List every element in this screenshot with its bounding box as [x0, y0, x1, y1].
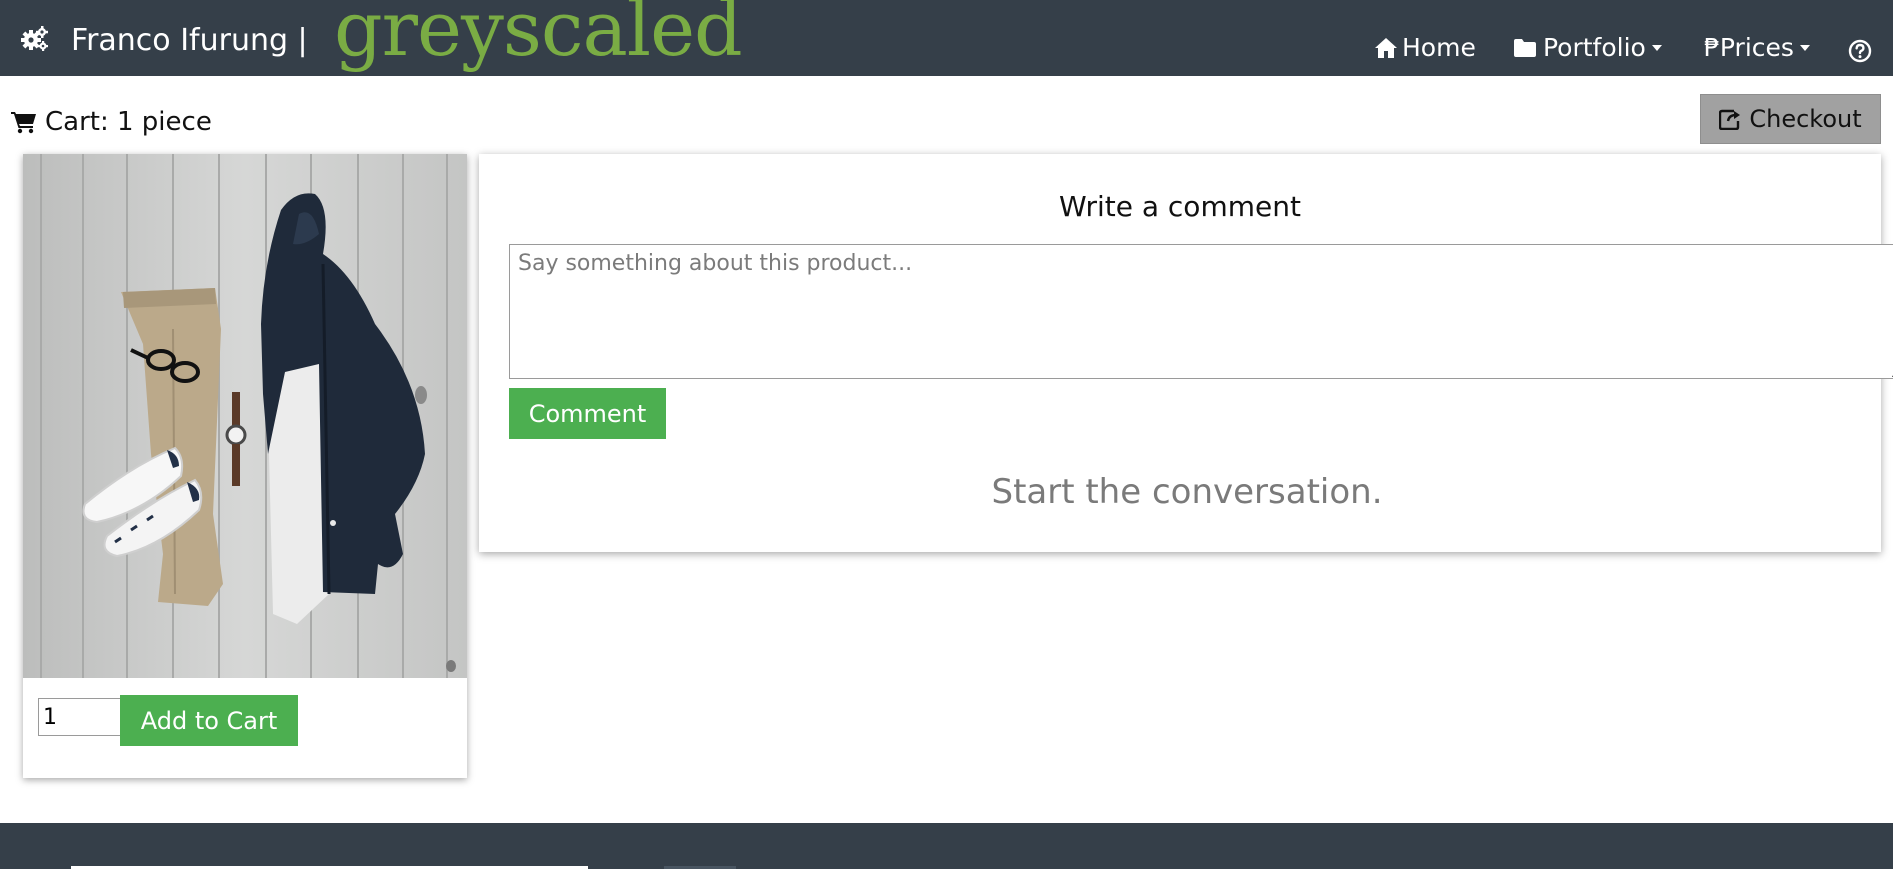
cart-status: Cart: 1 piece — [11, 104, 212, 140]
comment-title: Write a comment — [1059, 190, 1301, 223]
nav-prices[interactable]: ₱Prices — [1704, 30, 1810, 66]
brand-logo[interactable]: greyscaled — [334, 0, 743, 74]
product-image[interactable] — [23, 154, 467, 678]
comment-button[interactable]: Comment — [509, 388, 666, 439]
add-to-cart-button[interactable]: Add to Cart — [120, 695, 298, 746]
cart-icon — [11, 112, 36, 134]
chevron-down-icon — [1799, 45, 1810, 51]
product-card: Add to Cart — [23, 154, 467, 778]
footer — [0, 823, 1893, 869]
nav-home-label: Home — [1402, 33, 1476, 62]
comment-textarea[interactable] — [509, 244, 1893, 379]
cart-status-label: Cart: 1 piece — [45, 107, 212, 137]
home-icon — [1375, 38, 1397, 58]
gears-icon[interactable] — [20, 24, 50, 54]
chevron-down-icon — [1651, 45, 1662, 51]
comment-panel: Write a comment Comment Start the conver… — [479, 154, 1893, 552]
help-icon — [1848, 39, 1872, 63]
share-icon — [1719, 109, 1741, 130]
brand-name[interactable]: Franco Ifurung | — [71, 22, 308, 60]
top-navbar: Franco Ifurung | greyscaled Home Portfol… — [0, 0, 1893, 76]
nav-home[interactable]: Home — [1374, 30, 1476, 66]
empty-comments-message: Start the conversation. — [991, 472, 1383, 512]
nav-portfolio-label: Portfolio — [1543, 33, 1646, 62]
nav-help[interactable] — [1848, 33, 1872, 69]
nav-prices-label: ₱Prices — [1704, 33, 1794, 62]
nav-portfolio[interactable]: Portfolio — [1513, 30, 1662, 66]
checkout-button[interactable]: Checkout — [1700, 94, 1881, 144]
checkout-label: Checkout — [1749, 105, 1862, 133]
folder-icon — [1514, 39, 1536, 57]
